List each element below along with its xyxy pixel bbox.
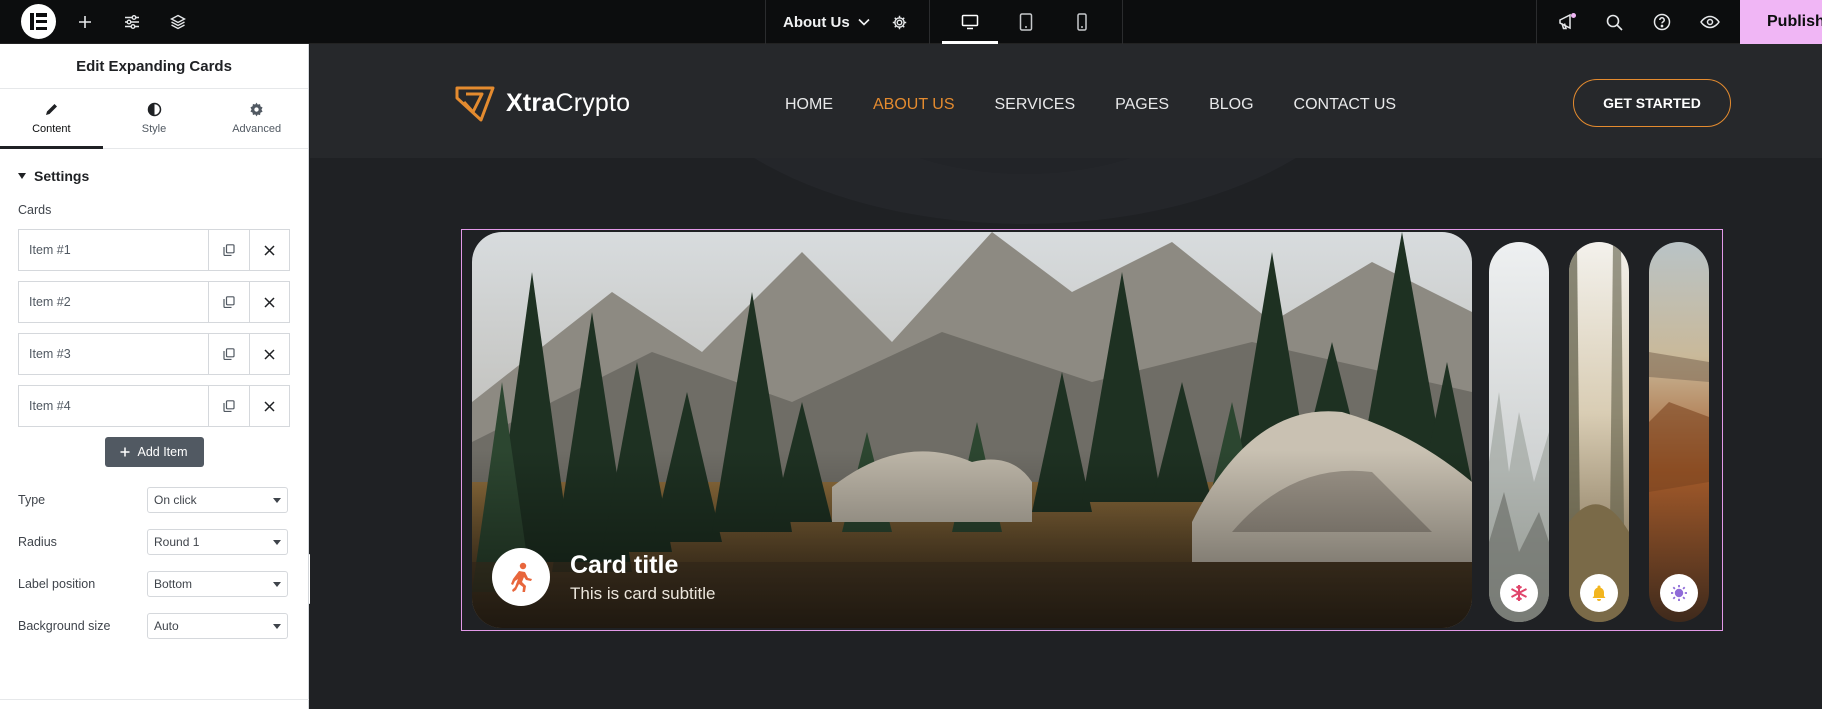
- publish-button[interactable]: Publish: [1740, 0, 1822, 44]
- cards-label: Cards: [18, 203, 52, 217]
- nav-blog[interactable]: BLOG: [1209, 96, 1253, 114]
- repeater-item-title[interactable]: Item #2: [19, 282, 209, 322]
- pencil-icon: [45, 104, 57, 115]
- repeater-item: Item #2: [18, 281, 290, 323]
- card-subtitle: This is card subtitle: [570, 583, 716, 603]
- logo-mark-icon: [455, 86, 495, 122]
- misty-forest-image: [1489, 242, 1549, 622]
- nav-pages[interactable]: PAGES: [1115, 96, 1169, 114]
- add-icon[interactable]: [74, 0, 96, 44]
- control-label: Type: [18, 493, 46, 507]
- desktop-icon: [961, 14, 979, 30]
- remove-icon[interactable]: [249, 282, 289, 322]
- editor-topbar: About Us Publish: [0, 0, 1822, 44]
- tab-label: Style: [141, 123, 167, 135]
- add-item-label: Add Item: [137, 445, 188, 459]
- repeater-item-title[interactable]: Item #4: [19, 386, 209, 426]
- gear-icon: [250, 102, 263, 117]
- card-title: Card title: [570, 550, 679, 579]
- elementor-logo-icon[interactable]: [21, 4, 56, 39]
- background-size-control: Background size Auto: [0, 605, 308, 647]
- running-person-icon: [492, 548, 550, 606]
- section-title: Settings: [34, 168, 90, 184]
- tablet-icon: [1019, 13, 1033, 31]
- expanding-card-collapsed[interactable]: [1489, 242, 1549, 622]
- plus-icon: [120, 447, 130, 457]
- tab-style[interactable]: Style: [103, 89, 206, 148]
- radius-select[interactable]: Round 1: [147, 529, 288, 555]
- site-nav: HOME ABOUT US SERVICES PAGES BLOG CONTAC…: [785, 96, 1396, 114]
- repeater-item-title[interactable]: Item #3: [19, 334, 209, 374]
- sliders-icon[interactable]: [121, 0, 143, 44]
- background-size-select[interactable]: Auto: [147, 613, 288, 639]
- tab-advanced[interactable]: Advanced: [205, 89, 308, 148]
- duplicate-icon[interactable]: [209, 230, 249, 270]
- tab-label: Content: [32, 123, 71, 135]
- tablet-view-button[interactable]: [998, 0, 1054, 44]
- expanding-card-collapsed[interactable]: [1649, 242, 1709, 622]
- radius-control: Radius Round 1: [0, 521, 308, 563]
- page-name: About Us: [783, 13, 850, 31]
- nav-contact-us[interactable]: CONTACT US: [1294, 96, 1397, 114]
- layers-icon[interactable]: [167, 0, 189, 44]
- search-icon[interactable]: [1603, 0, 1625, 44]
- half-circle-icon: [147, 102, 161, 117]
- type-select[interactable]: On click: [147, 487, 288, 513]
- control-label: Radius: [18, 535, 57, 549]
- cards-repeater: Item #1 Item #2 Item #3 Item #4: [0, 229, 308, 427]
- panel-title: Edit Expanding Cards: [0, 44, 308, 89]
- type-control: Type On click: [0, 479, 308, 521]
- caret-down-icon: [18, 173, 26, 179]
- duplicate-icon[interactable]: [209, 282, 249, 322]
- repeater-item: Item #1: [18, 229, 290, 271]
- nav-services[interactable]: SERVICES: [995, 96, 1076, 114]
- editor-panel: Edit Expanding Cards Content Style Advan…: [0, 44, 309, 709]
- card-label: Card title This is card subtitle: [492, 548, 716, 606]
- tab-content[interactable]: Content: [0, 89, 103, 149]
- tab-label: Advanced: [232, 123, 282, 135]
- remove-icon[interactable]: [249, 334, 289, 374]
- help-icon[interactable]: [1651, 0, 1673, 44]
- repeater-item: Item #3: [18, 333, 290, 375]
- control-label: Background size: [18, 619, 111, 633]
- mobile-icon: [1077, 13, 1087, 31]
- nav-about-us[interactable]: ABOUT US: [873, 96, 955, 114]
- mobile-view-button[interactable]: [1054, 0, 1110, 44]
- elementor-editor: About Us Publish Edit Expanding Cards Co…: [0, 0, 1822, 709]
- preview-canvas: XtraCrypto HOME ABOUT US SERVICES PAGES …: [310, 44, 1822, 709]
- sunlit-forest-image: [1569, 242, 1629, 622]
- label-position-control: Label position Bottom: [0, 563, 308, 605]
- repeater-item: Item #4: [18, 385, 290, 427]
- settings-section-toggle[interactable]: Settings: [0, 149, 308, 203]
- expanding-card-active[interactable]: Card title This is card subtitle: [472, 232, 1472, 628]
- control-label: Label position: [18, 577, 96, 591]
- desert-canyon-image: [1649, 242, 1709, 622]
- panel-footer: [0, 699, 309, 709]
- bell-icon: [1580, 574, 1618, 612]
- remove-icon[interactable]: [249, 230, 289, 270]
- site-logo[interactable]: XtraCrypto: [454, 82, 630, 124]
- megaphone-icon[interactable]: [1556, 0, 1578, 44]
- nav-home[interactable]: HOME: [785, 96, 833, 114]
- label-position-select[interactable]: Bottom: [147, 571, 288, 597]
- chevron-down-icon: [858, 18, 870, 26]
- get-started-button[interactable]: GET STARTED: [1573, 79, 1731, 127]
- remove-icon[interactable]: [249, 386, 289, 426]
- sun-icon: [1660, 574, 1698, 612]
- expanding-card-collapsed[interactable]: [1569, 242, 1629, 622]
- brand-name: XtraCrypto: [506, 88, 631, 117]
- duplicate-icon[interactable]: [209, 386, 249, 426]
- gear-icon[interactable]: [888, 0, 910, 44]
- site-header: XtraCrypto HOME ABOUT US SERVICES PAGES …: [310, 44, 1822, 158]
- page-selector[interactable]: About Us: [783, 0, 870, 44]
- panel-tabs: Content Style Advanced: [0, 89, 308, 149]
- repeater-item-title[interactable]: Item #1: [19, 230, 209, 270]
- eye-icon[interactable]: [1699, 0, 1721, 44]
- expanding-cards-widget[interactable]: Card title This is card subtitle: [461, 229, 1723, 631]
- snowflake-icon: [1500, 574, 1538, 612]
- add-item-button[interactable]: Add Item: [104, 437, 204, 467]
- duplicate-icon[interactable]: [209, 334, 249, 374]
- desktop-view-button[interactable]: [942, 0, 998, 44]
